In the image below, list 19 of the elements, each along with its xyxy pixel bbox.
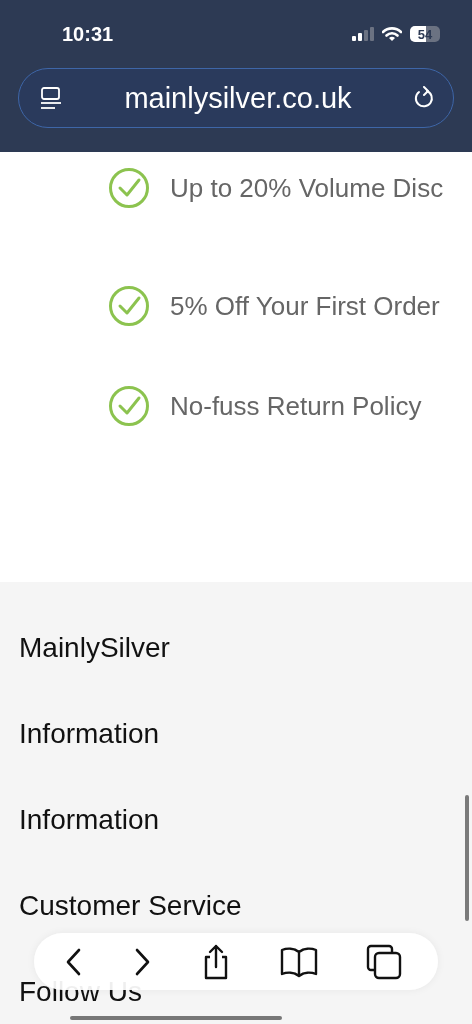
check-circle-icon: [108, 385, 150, 427]
signal-icon: [352, 27, 374, 41]
footer-section-link[interactable]: Customer Service: [19, 888, 242, 924]
footer-section-link[interactable]: Information: [19, 802, 160, 838]
wifi-icon: [382, 26, 402, 42]
tabs-icon[interactable]: [366, 943, 402, 980]
feature-text: No-fuss Return Policy: [170, 390, 422, 422]
feature-text: Up to 20% Volume Disc: [170, 172, 444, 204]
footer-section-link[interactable]: MainlySilver: [19, 630, 170, 666]
page-menu-icon[interactable]: [39, 86, 63, 110]
reload-icon[interactable]: [413, 86, 435, 110]
check-circle-icon: [108, 285, 150, 327]
status-time: 10:31: [62, 22, 114, 46]
footer-section-link[interactable]: Information: [19, 716, 160, 752]
book-icon[interactable]: [280, 945, 318, 978]
address-bar[interactable]: mainlysilver.co.uk: [18, 68, 454, 128]
check-circle-icon: [108, 167, 150, 209]
feature-text: 5% Off Your First Order: [170, 290, 440, 322]
url-text: mainlysilver.co.uk: [124, 81, 352, 115]
